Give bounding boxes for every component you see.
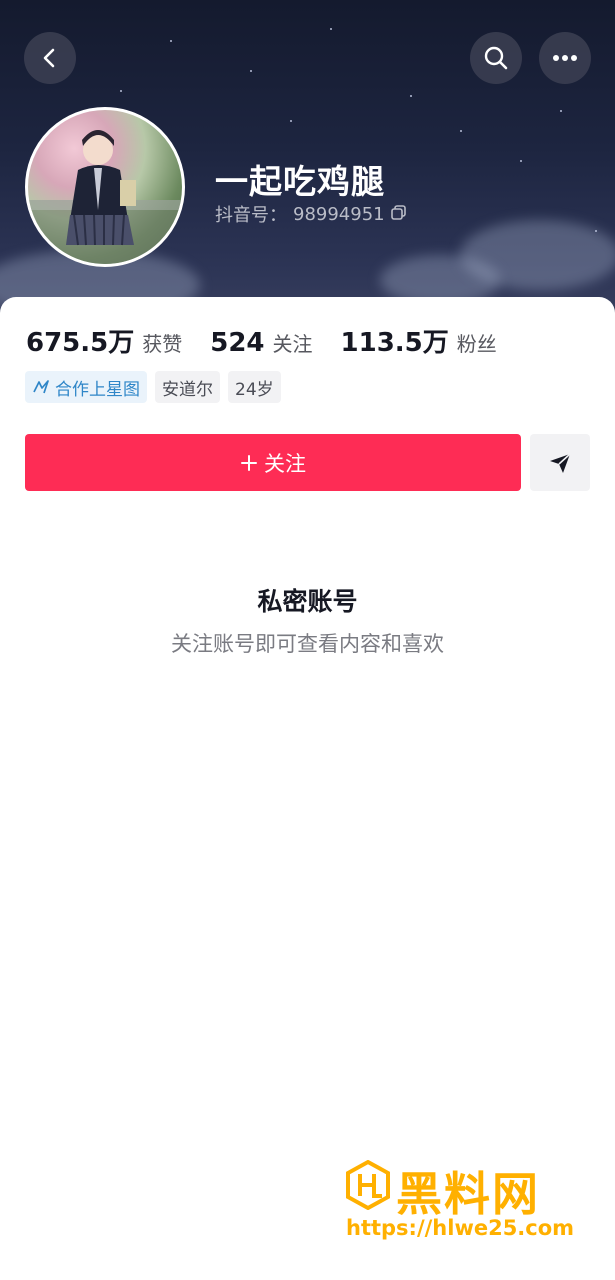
star-map-icon [33, 380, 49, 394]
star-decoration [460, 130, 462, 132]
avatar[interactable] [25, 107, 185, 267]
private-account-title: 私密账号 [257, 587, 358, 616]
profile-tags: 合作上星图 安道尔 24岁 [25, 371, 281, 403]
star-decoration [170, 40, 172, 42]
search-icon [484, 46, 508, 70]
more-button[interactable] [539, 32, 591, 84]
star-map-tag[interactable]: 合作上星图 [25, 371, 147, 403]
star-decoration [290, 120, 292, 122]
location-tag: 安道尔 [155, 371, 220, 403]
more-icon [553, 55, 577, 61]
followers-count[interactable]: 113.5万 [341, 322, 449, 359]
share-button[interactable] [530, 434, 590, 491]
watermark-url: https://hlwe25.com [346, 1216, 575, 1240]
star-decoration [330, 28, 332, 30]
likes-label[interactable]: 获赞 [142, 328, 182, 357]
profile-stats: 675.5万 获赞 524 关注 113.5万 粉丝 [26, 322, 525, 359]
likes-count[interactable]: 675.5万 [26, 322, 134, 359]
star-decoration [410, 95, 412, 97]
send-icon [550, 452, 571, 473]
back-button[interactable] [24, 32, 76, 84]
watermark: 黑料网 https://hlwe25.com [344, 1158, 584, 1248]
star-decoration [250, 70, 252, 72]
following-label[interactable]: 关注 [273, 328, 313, 357]
avatar-image [28, 130, 182, 264]
douyin-id-value: 98994951 [293, 203, 385, 225]
follow-label: 关注 [264, 451, 306, 476]
douyin-id-label: 抖音号： [215, 205, 287, 226]
age-tag: 24岁 [228, 371, 281, 403]
back-icon [43, 48, 55, 68]
star-decoration [120, 90, 122, 92]
plus-icon [241, 454, 257, 471]
follow-button[interactable]: 关注 [25, 434, 521, 491]
private-account-subtitle: 关注账号即可查看内容和喜欢 [171, 632, 444, 656]
star-map-label: 合作上星图 [55, 379, 140, 400]
copy-id-button[interactable] [390, 204, 406, 225]
watermark-title: 黑料网 [396, 1167, 540, 1221]
douyin-id: 抖音号： 98994951 [215, 201, 406, 227]
following-count[interactable]: 524 [210, 328, 264, 358]
star-decoration [520, 160, 522, 162]
profile-nickname: 一起吃鸡腿 [215, 162, 385, 201]
watermark-logo-icon [346, 1160, 390, 1210]
copy-icon [390, 204, 406, 220]
star-decoration [560, 110, 562, 112]
search-button[interactable] [470, 32, 522, 84]
followers-label[interactable]: 粉丝 [457, 328, 497, 357]
